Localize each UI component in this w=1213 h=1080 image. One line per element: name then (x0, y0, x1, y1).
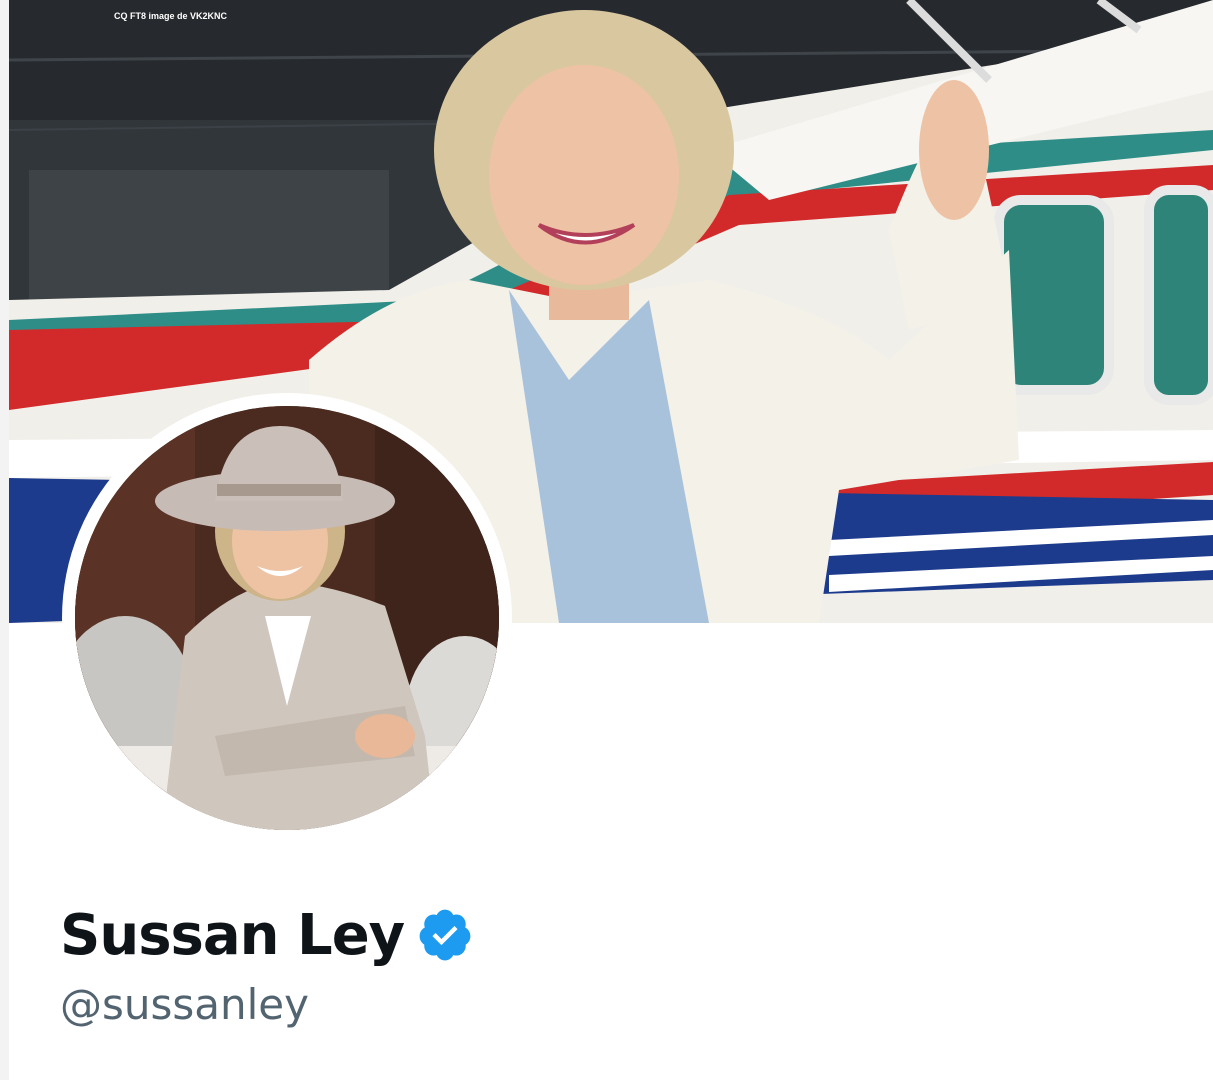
display-name: Sussan Ley (60, 902, 405, 968)
avatar (75, 406, 499, 830)
display-name-row: Sussan Ley (60, 895, 474, 975)
profile-avatar[interactable] (62, 393, 512, 843)
avatar-photo (75, 406, 499, 830)
user-handle: @sussanley (60, 980, 309, 1029)
verified-badge-icon[interactable] (416, 906, 474, 964)
profile-screenshot: CQ FT8 image de VK2KNC Sussan Ley @sussa… (0, 0, 1213, 1080)
left-edge-strip (0, 0, 9, 1080)
watermark-text: CQ FT8 image de VK2KNC (114, 11, 228, 21)
